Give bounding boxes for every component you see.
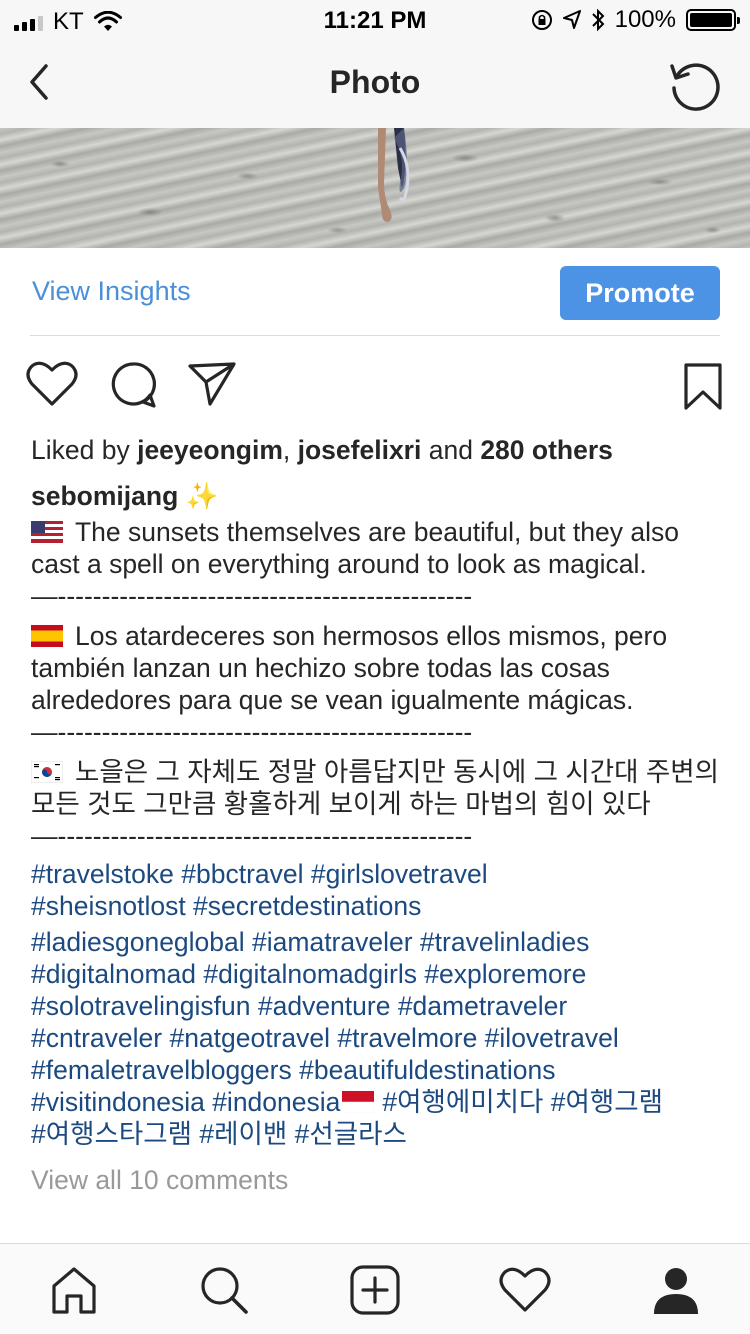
post-photo[interactable]	[0, 128, 750, 248]
likes-sep: ,	[282, 435, 298, 465]
hashtag-line[interactable]: #digitalnomad #digitalnomadgirls #explor…	[31, 958, 721, 990]
caption-ko: 노을은 그 자체도 정말 아름답지만 동시에 그 시간대 주변의 모든 것도 그…	[31, 756, 721, 820]
caption-ko-text: 노을은 그 자체도 정말 아름답지만 동시에 그 시간대 주변의 모든 것도 그…	[31, 757, 720, 819]
bookmark-icon[interactable]	[682, 362, 724, 412]
heart-icon[interactable]	[26, 360, 78, 408]
caption-es: Los atardeceres son hermosos ellos mismo…	[31, 620, 721, 716]
caption-es-text: Los atardeceres son hermosos ellos mismo…	[31, 621, 668, 715]
hashtag-line[interactable]: #travelstoke #bbctravel #girlslovetravel	[31, 858, 721, 890]
hashtag-segment[interactable]: #여행에미치다 #여행그램	[382, 1087, 663, 1117]
korea-flag-icon	[31, 761, 63, 783]
likes-others-link[interactable]: 280 others	[480, 435, 613, 465]
hashtag-line[interactable]: #여행스타그램 #레이밴 #선글라스	[31, 1118, 721, 1150]
tab-bar	[0, 1243, 750, 1334]
caption-en: The sunsets themselves are beautiful, bu…	[31, 516, 721, 580]
hashtag-line: #visitindonesia #indonesia #여행에미치다 #여행그램	[31, 1086, 721, 1118]
indonesia-flag-icon	[342, 1091, 375, 1113]
divider: —---------------------------------------…	[31, 821, 473, 851]
location-icon	[562, 10, 581, 29]
status-bar: KT 11:21 PM 100%	[0, 0, 750, 40]
us-flag-icon	[31, 521, 63, 543]
likes-and: and	[421, 435, 481, 465]
divider: —---------------------------------------…	[31, 717, 473, 747]
post-content: Liked by jeeyeongim, josefelixri and 280…	[31, 432, 721, 1196]
insights-row: View Insights Promote	[30, 248, 720, 336]
new-post-icon[interactable]	[349, 1264, 401, 1316]
caption-username[interactable]: sebomijang	[31, 481, 178, 511]
hashtag-line[interactable]: #ladiesgoneglobal #iamatraveler #traveli…	[31, 926, 721, 958]
rotation-lock-icon	[531, 10, 552, 30]
divider: —---------------------------------------…	[31, 581, 473, 611]
view-insights-link[interactable]: View Insights	[32, 276, 191, 307]
hashtag-line[interactable]: #solotravelingisfun #adventure #dametrav…	[31, 990, 721, 1022]
page-title: Photo	[329, 64, 421, 100]
hashtag-segment[interactable]: #visitindonesia #indonesia	[31, 1087, 340, 1117]
profile-icon[interactable]	[650, 1264, 702, 1316]
view-all-comments-link[interactable]: View all 10 comments	[31, 1164, 721, 1196]
bluetooth-icon	[591, 8, 605, 32]
liker-josefelixri[interactable]: josefelixri	[298, 435, 422, 465]
hashtag-line[interactable]: #sheisnotlost #secretdestinations	[31, 890, 721, 922]
activity-icon[interactable]	[499, 1264, 551, 1316]
likes-line: Liked by jeeyeongim, josefelixri and 280…	[31, 432, 721, 468]
promote-button[interactable]: Promote	[560, 266, 720, 320]
caption-en-text: The sunsets themselves are beautiful, bu…	[31, 517, 679, 579]
hashtag-line[interactable]: #femaletravelbloggers #beautifuldestinat…	[31, 1054, 721, 1086]
likes-prefix: Liked by	[31, 435, 138, 465]
nav-bar: Photo	[0, 40, 750, 128]
spain-flag-icon	[31, 625, 63, 647]
liker-jeeyeongim[interactable]: jeeyeongim	[137, 435, 283, 465]
battery-icon	[686, 9, 740, 31]
status-right: 100%	[531, 6, 740, 34]
home-icon[interactable]	[48, 1264, 100, 1316]
sparkle-emoji: ✨	[185, 481, 219, 511]
share-icon[interactable]	[186, 360, 238, 408]
hashtag-line[interactable]: #cntraveler #natgeotravel #travelmore #i…	[31, 1022, 721, 1054]
caption-username-line: sebomijang ✨	[31, 478, 721, 514]
feet-graphic	[378, 128, 410, 222]
search-icon[interactable]	[198, 1264, 250, 1316]
refresh-icon[interactable]	[668, 58, 722, 112]
comment-icon[interactable]	[108, 360, 158, 410]
battery-percent: 100%	[614, 6, 676, 33]
action-bar	[0, 360, 750, 416]
hashtags: #travelstoke #bbctravel #girlslovetravel…	[31, 858, 721, 1150]
